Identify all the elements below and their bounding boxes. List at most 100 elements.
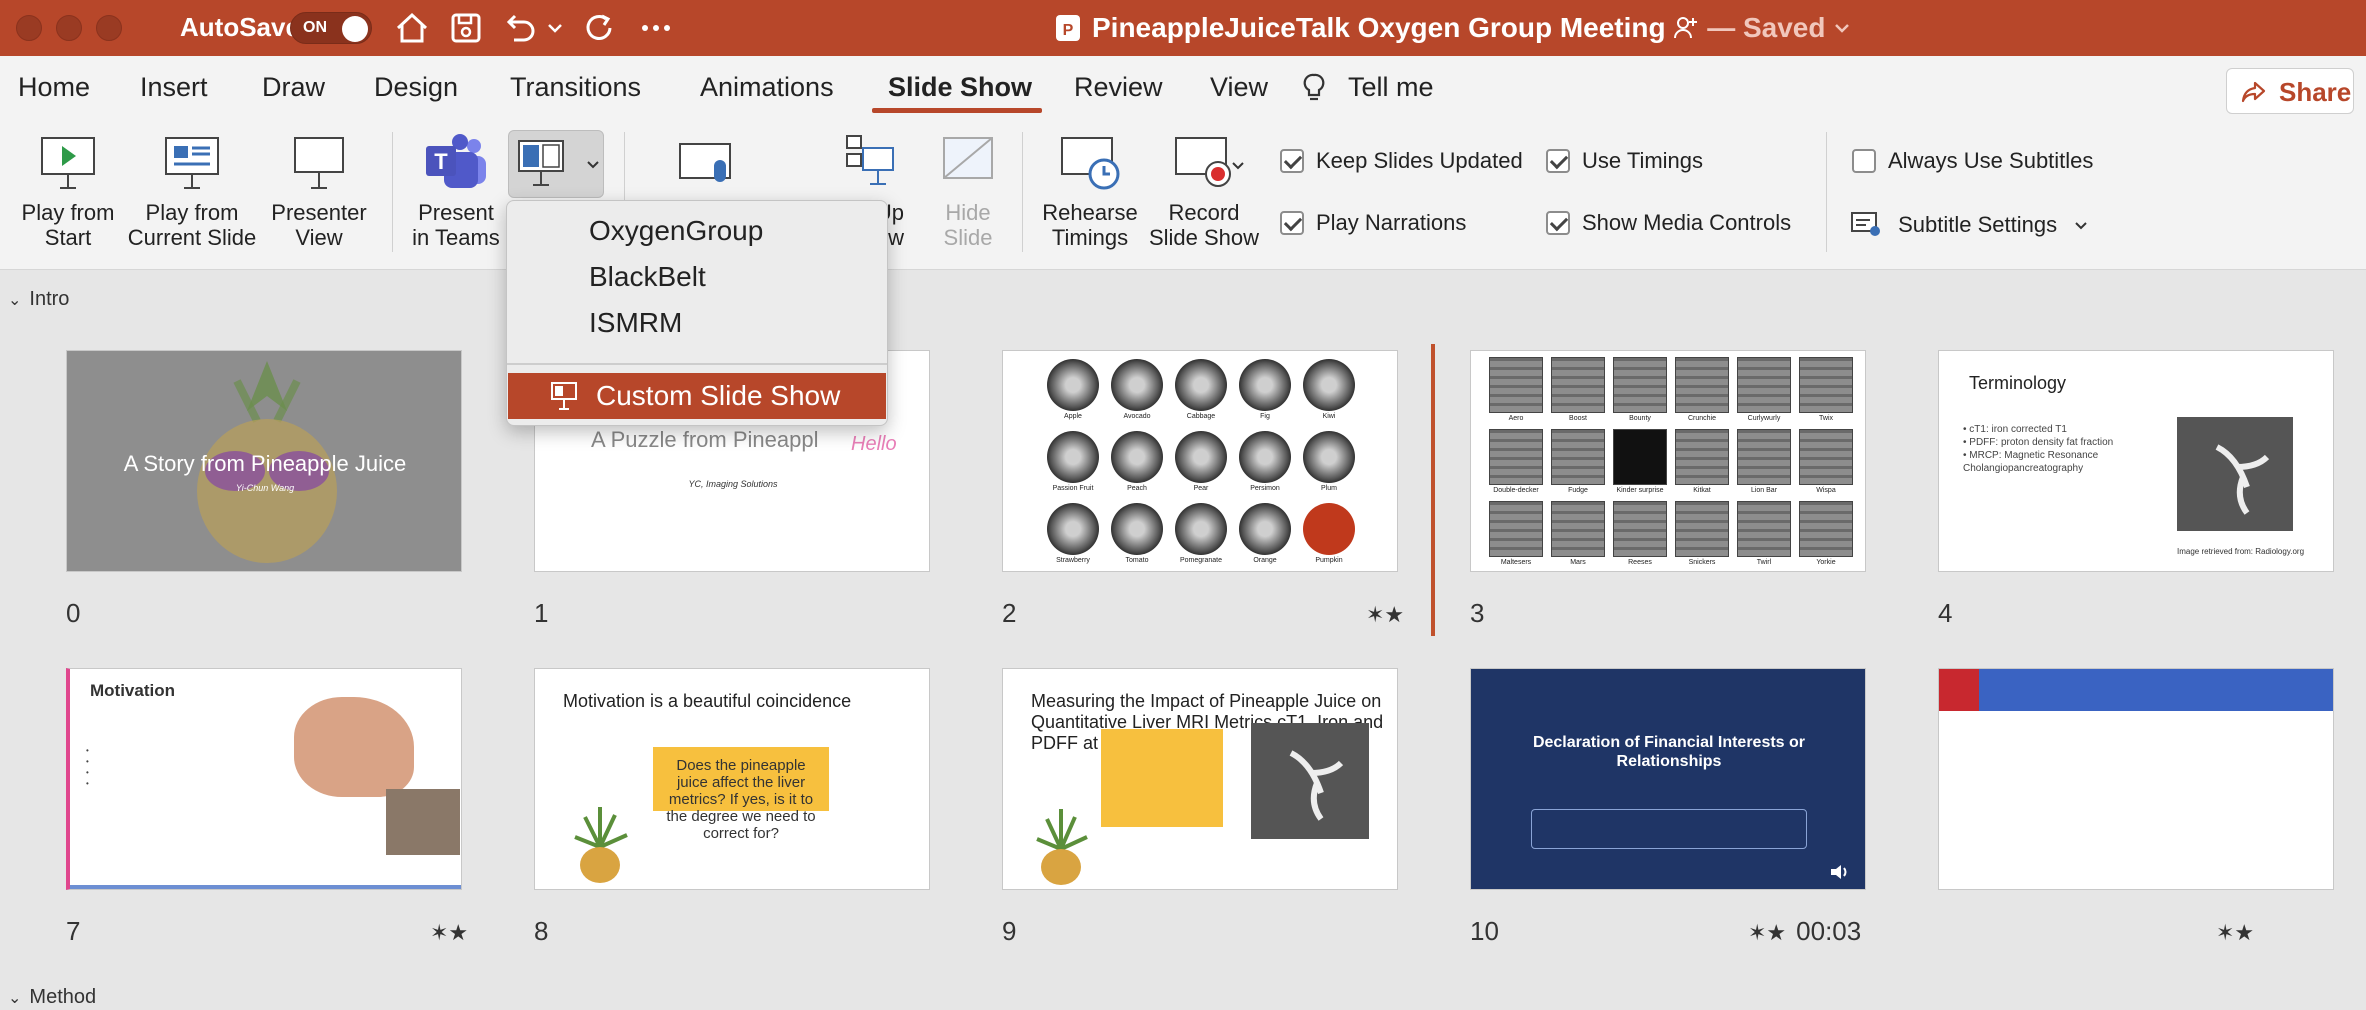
chevron-down-icon: ⌄ xyxy=(8,292,22,309)
undo-icon[interactable] xyxy=(500,8,540,48)
menu-item-custom-slide-show[interactable]: Custom Slide Show xyxy=(508,373,886,419)
rehearse-timings-button[interactable]: Rehearse Timings xyxy=(1036,132,1144,250)
chocolate-bar-image xyxy=(1551,501,1605,557)
home-icon[interactable] xyxy=(392,8,432,48)
author-box xyxy=(1531,809,1807,849)
hide-slide-label: Hide Slide xyxy=(943,200,993,250)
slide-thumbnail-2[interactable]: Apple Avocado Cabbage Fig Kiwi Passion Fruit P… xyxy=(1002,350,1398,572)
slide-timing: ✶★ xyxy=(2216,916,2264,947)
fruit-image xyxy=(1175,503,1227,555)
fruit-image xyxy=(1239,503,1291,555)
show-media-controls-label: Show Media Controls xyxy=(1582,210,1792,235)
fruit-label: Fig xyxy=(1260,413,1270,420)
menu-item-oxygengroup[interactable]: OxygenGroup xyxy=(589,215,763,247)
show-media-controls-checkbox[interactable]: Show Media Controls xyxy=(1546,210,1791,236)
use-timings-checkbox[interactable]: Use Timings xyxy=(1546,148,1703,174)
fruit-image xyxy=(1175,359,1227,411)
minimize-window-button[interactable] xyxy=(56,15,82,41)
subtitle-settings-button[interactable]: Subtitle Settings xyxy=(1850,210,2089,238)
tab-insert[interactable]: Insert xyxy=(140,72,208,103)
chocolate-bar-label: Snickers xyxy=(1688,559,1716,566)
custom-slide-show-button[interactable] xyxy=(508,130,604,198)
menu-item-blackbelt[interactable]: BlackBelt xyxy=(589,261,706,293)
menu-item-ismrm[interactable]: ISMRM xyxy=(589,307,682,339)
fruit-image xyxy=(1047,359,1099,411)
chocolate-bar-image xyxy=(1489,429,1543,485)
present-in-teams-button[interactable]: T Present in Teams xyxy=(404,132,508,250)
conference-banner xyxy=(1939,669,2333,711)
chocolate-bar-label: Maltesers xyxy=(1500,559,1532,566)
tab-view[interactable]: View xyxy=(1210,72,1268,103)
chocolate-bar-image xyxy=(1737,357,1791,413)
redo-icon[interactable] xyxy=(580,8,620,48)
active-tab-indicator xyxy=(872,108,1042,113)
slide-1-title: A Puzzle from Pineappl xyxy=(591,427,819,452)
chocolate-bar-image xyxy=(1675,357,1729,413)
close-window-button[interactable] xyxy=(16,15,42,41)
slide-thumbnail-3[interactable]: Aero Boost Bounty Crunchie Curlywurly Twix Dou… xyxy=(1470,350,1866,572)
more-icon[interactable] xyxy=(636,8,676,48)
play-from-start-icon xyxy=(41,137,95,189)
powerpoint-icon: P xyxy=(1056,15,1080,41)
section-method[interactable]: ⌄ Method xyxy=(8,986,96,1009)
slide-thumbnail-0[interactable]: A Story from Pineapple Juice Yi-Chun Wan… xyxy=(66,350,462,572)
slide-number: 0 xyxy=(66,598,81,628)
slide-thumbnail-6[interactable]: Motivation • • • • xyxy=(66,668,462,890)
chocolate-bar-label: Boost xyxy=(1569,415,1587,422)
rehearse-timings-icon xyxy=(1061,137,1120,190)
tab-transitions[interactable]: Transitions xyxy=(510,72,641,103)
undo-dropdown-icon[interactable] xyxy=(544,8,566,48)
subtitle-settings-icon xyxy=(1851,212,1880,236)
fruit-label: Pear xyxy=(1193,485,1209,492)
chevron-down-icon[interactable] xyxy=(1230,158,1246,174)
keep-slides-updated-checkbox[interactable]: Keep Slides Updated xyxy=(1280,148,1523,174)
presenter-view-icon xyxy=(294,137,344,189)
chocolate-bar-label: Double-decker xyxy=(1493,487,1539,494)
always-use-subtitles-label: Always Use Subtitles xyxy=(1888,148,2094,173)
tab-home[interactable]: Home xyxy=(18,72,90,103)
chocolate-bar-label: Crunchie xyxy=(1687,415,1716,422)
slide-thumbnail-10[interactable] xyxy=(1938,668,2334,890)
tab-draw[interactable]: Draw xyxy=(262,72,325,103)
tab-animations[interactable]: Animations xyxy=(700,72,834,103)
fruit-label: Passion Fruit xyxy=(1052,485,1094,492)
slide-thumbnail-9[interactable]: Declaration of Financial Interests or Re… xyxy=(1470,668,1866,890)
slide-4-bullets: • cT1: iron corrected T1 • PDFF: proton d… xyxy=(1963,424,2114,474)
tell-me-search[interactable]: Tell me xyxy=(1348,72,1434,103)
fruit-image xyxy=(1111,503,1163,555)
autosave-toggle[interactable]: ON xyxy=(290,12,372,44)
slide-0-title: A Story from Pineapple Juice xyxy=(123,451,407,476)
slide-number: 7 xyxy=(66,916,81,946)
tab-slide-show[interactable]: Slide Show xyxy=(888,72,1032,103)
chocolate-bar-image xyxy=(1737,501,1791,557)
play-narrations-checkbox[interactable]: Play Narrations xyxy=(1280,210,1466,236)
slide-number: 10 xyxy=(1470,916,1499,946)
keep-slides-updated-label: Keep Slides Updated xyxy=(1316,148,1523,173)
chocolate-bar-label: Fudge xyxy=(1568,487,1588,494)
chocolate-bar-label: Lion Bar xyxy=(1750,487,1778,494)
document-title[interactable]: PineappleJuiceTalk Oxygen Group Meeting xyxy=(1092,12,1666,43)
slide-thumbnail-8[interactable]: Measuring the Impact of Pineapple Juice … xyxy=(1002,668,1398,890)
play-from-current-button[interactable]: Play from Current Slide xyxy=(126,132,258,250)
slide-thumbnail-7[interactable]: Motivation is a beautiful coincidence Do… xyxy=(534,668,930,890)
ribbon-separator xyxy=(392,132,393,252)
tab-review[interactable]: Review xyxy=(1074,72,1163,103)
document-title-wrap: PineappleJuiceTalk Oxygen Group Meeting … xyxy=(1092,12,1851,44)
chevron-down-icon[interactable] xyxy=(1833,19,1851,37)
ribbon-separator xyxy=(1022,132,1023,252)
pineapple-plant-icon xyxy=(1036,809,1088,885)
record-slide-show-button[interactable]: Record Slide Show xyxy=(1146,132,1262,250)
hide-slide-button[interactable]: Hide Slide xyxy=(930,132,1006,250)
section-intro[interactable]: ⌄ Intro xyxy=(8,288,69,311)
zoom-window-button[interactable] xyxy=(96,15,122,41)
always-use-subtitles-checkbox[interactable]: Always Use Subtitles xyxy=(1852,148,2093,174)
record-audio-icon[interactable] xyxy=(676,140,740,190)
chevron-down-icon xyxy=(2075,222,2087,230)
play-from-start-button[interactable]: Play from Start xyxy=(14,132,122,250)
slide-thumbnail-4[interactable]: Terminology • cT1: iron corrected T1 • PD… xyxy=(1938,350,2334,572)
save-icon[interactable] xyxy=(446,8,486,48)
presenter-view-button[interactable]: Presenter View xyxy=(266,132,372,250)
fruit-label: Peach xyxy=(1127,485,1147,492)
share-button[interactable]: Share xyxy=(2226,68,2354,114)
tab-design[interactable]: Design xyxy=(374,72,458,103)
